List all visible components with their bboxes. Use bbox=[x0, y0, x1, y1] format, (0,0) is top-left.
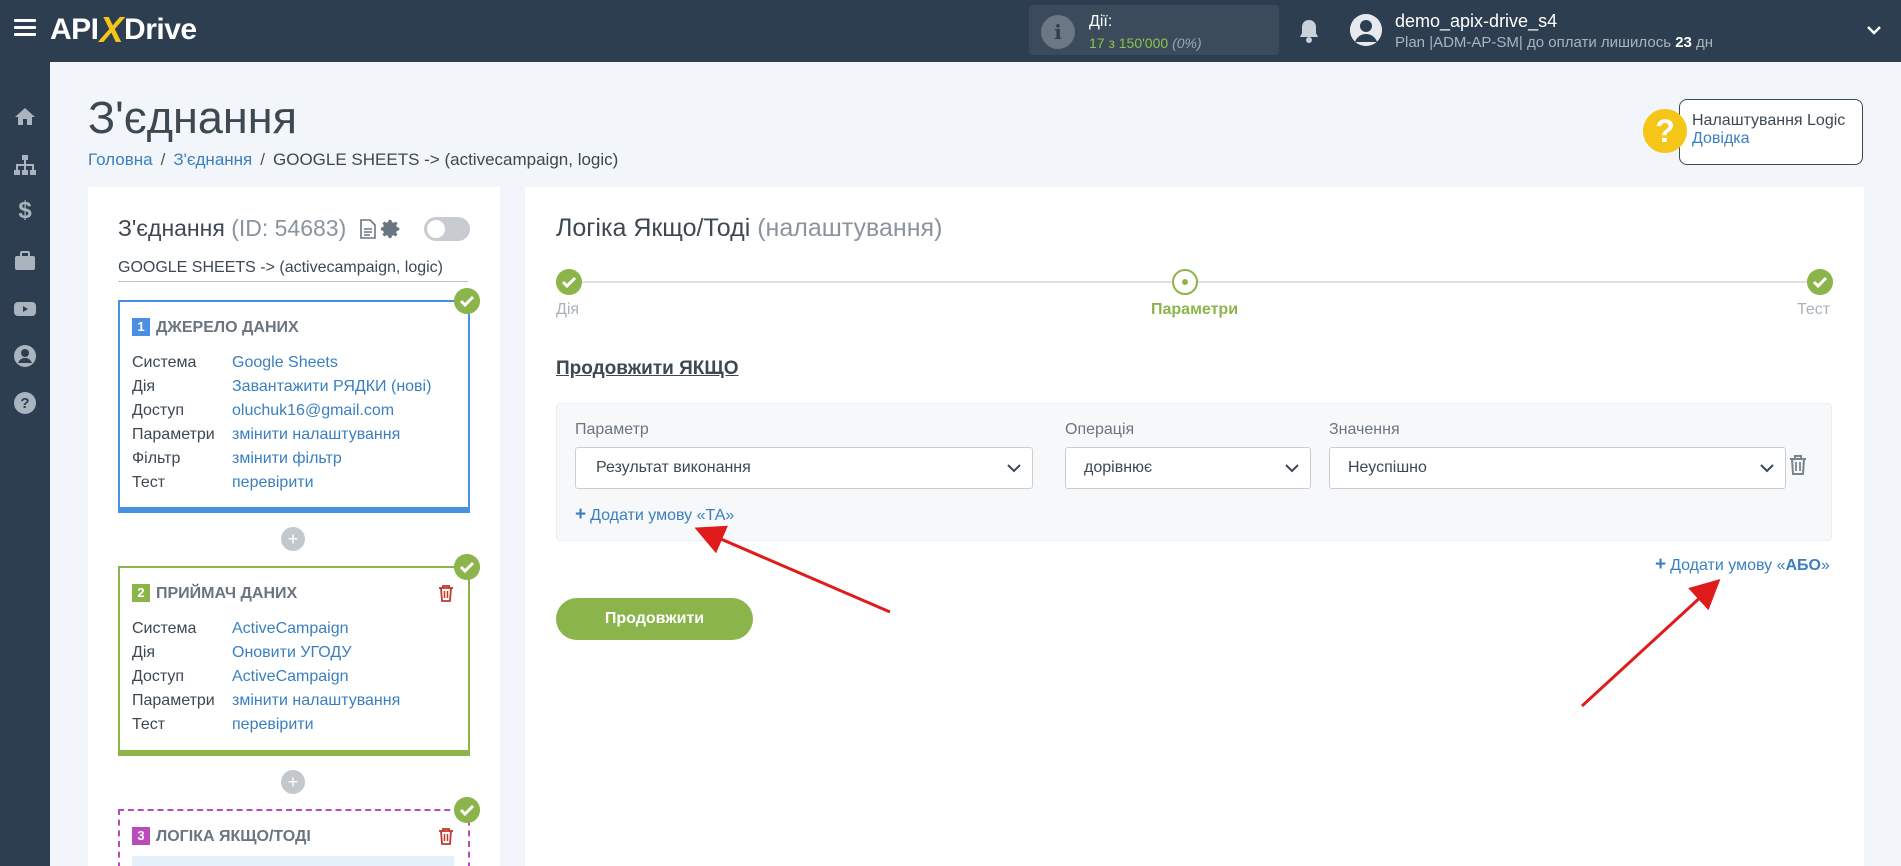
svg-text:?: ? bbox=[20, 395, 29, 412]
breadcrumb-current: GOOGLE SHEETS -> (activecampaign, logic) bbox=[273, 150, 619, 169]
step-label-params[interactable]: Параметри bbox=[1151, 301, 1238, 319]
operation-label: Операція bbox=[1065, 421, 1135, 438]
dest-row-test: Тест перевірити bbox=[132, 716, 314, 733]
operation-select-value: дорівнює bbox=[1084, 459, 1153, 476]
page-title: З'єднання bbox=[88, 92, 297, 143]
youtube-icon[interactable] bbox=[13, 297, 37, 321]
value-label: Значення bbox=[1329, 421, 1400, 438]
check-icon bbox=[454, 554, 480, 580]
step-done-check-icon[interactable] bbox=[556, 269, 582, 295]
value-select[interactable]: Неуспішно bbox=[1329, 447, 1786, 489]
help-title: Налаштування Logic bbox=[1692, 112, 1846, 129]
logic-title: Логіка Якщо/Тоді (налаштування) bbox=[556, 214, 943, 242]
continue-if-heading[interactable]: Продовжити ЯКЩО bbox=[556, 358, 739, 380]
briefcase-icon[interactable] bbox=[13, 249, 37, 273]
source-block-title: 1 ДЖЕРЕЛО ДАНИХ bbox=[132, 318, 299, 337]
logic-block-content bbox=[132, 856, 454, 866]
menu-icon[interactable] bbox=[14, 19, 36, 37]
source-row-access: Доступ oluchuk16@gmail.com bbox=[132, 402, 395, 419]
logic-block[interactable]: 3 ЛОГІКА ЯКЩО/ТОДІ bbox=[118, 809, 470, 866]
destination-block-title: 2 ПРИЙМАЧ ДАНИХ bbox=[132, 584, 297, 603]
connection-title: З'єднання (ID: 54683) bbox=[118, 215, 347, 241]
source-row-action: Дія Завантажити РЯДКИ (нові) bbox=[132, 378, 432, 395]
source-row-system: Система Google Sheets bbox=[132, 354, 338, 371]
breadcrumb: Головна / З'єднання / GOOGLE SHEETS -> (acti… bbox=[88, 150, 619, 169]
sitemap-icon[interactable] bbox=[13, 153, 37, 177]
breadcrumb-connections[interactable]: З'єднання bbox=[173, 150, 252, 169]
help-question-icon[interactable]: ? bbox=[1643, 109, 1687, 153]
param-select-value: Результат виконання bbox=[596, 459, 751, 476]
param-select[interactable]: Результат виконання bbox=[575, 447, 1033, 489]
destination-block[interactable]: 2 ПРИЙМАЧ ДАНИХ Система ActiveCampaign Дія… bbox=[118, 566, 470, 756]
dest-row-action: Дія Оновити УГОДУ bbox=[132, 644, 352, 661]
add-or-condition-link[interactable]: + Додати умову «АБО» bbox=[1655, 554, 1830, 576]
help-box: Налаштування Logic Довідка bbox=[1679, 99, 1863, 165]
continue-button[interactable]: Продовжити bbox=[556, 598, 753, 640]
step-current-dot[interactable] bbox=[1172, 269, 1198, 295]
breadcrumb-home[interactable]: Головна bbox=[88, 150, 153, 169]
bell-icon[interactable] bbox=[1297, 18, 1321, 44]
connection-panel: З'єднання (ID: 54683) GOOGLE SHEETS -> (… bbox=[88, 187, 500, 866]
add-block-button[interactable]: + bbox=[281, 770, 305, 794]
chevron-down-icon bbox=[1760, 464, 1774, 473]
operation-select[interactable]: дорівнює bbox=[1065, 447, 1311, 489]
chevron-down-icon bbox=[1007, 464, 1021, 473]
sidebar: $ ? bbox=[0, 62, 50, 866]
value-select-value: Неуспішно bbox=[1348, 459, 1427, 476]
step-label-action[interactable]: Дія bbox=[556, 301, 579, 319]
logic-panel: Логіка Якщо/Тоді (налаштування) Дія Пара… bbox=[525, 187, 1864, 866]
dest-row-params: Параметри змінити налаштування bbox=[132, 692, 401, 709]
top-bar: API X Drive i Дії: 17 з 150'000 (0%) demo_… bbox=[0, 0, 1901, 62]
actions-value: 17 з 150'000 (0%) bbox=[1089, 35, 1202, 51]
trash-icon[interactable] bbox=[438, 584, 454, 602]
help-link[interactable]: Довідка bbox=[1692, 130, 1850, 148]
condition-group: Параметр Операція Значення Результат вик… bbox=[556, 403, 1832, 541]
check-icon bbox=[454, 288, 480, 314]
logo[interactable]: API X Drive bbox=[50, 9, 197, 50]
user-icon bbox=[1350, 14, 1382, 46]
info-icon: i bbox=[1041, 15, 1075, 49]
plan-info: Plan |ADM-AP-SM| до оплати лишилось 23 д… bbox=[1395, 34, 1714, 51]
dollar-icon[interactable]: $ bbox=[13, 199, 37, 223]
trash-icon[interactable] bbox=[438, 827, 454, 845]
document-icon[interactable] bbox=[360, 219, 376, 239]
actions-label: Дії: bbox=[1089, 13, 1113, 30]
connection-name[interactable]: GOOGLE SHEETS -> (activecampaign, logic) bbox=[118, 259, 468, 282]
question-icon[interactable]: ? bbox=[13, 391, 37, 415]
step-label-test[interactable]: Тест bbox=[1797, 301, 1830, 319]
logic-block-title: 3 ЛОГІКА ЯКЩО/ТОДІ bbox=[132, 827, 311, 846]
home-icon[interactable] bbox=[13, 105, 37, 129]
gear-icon[interactable] bbox=[380, 218, 402, 240]
actions-counter: i Дії: 17 з 150'000 (0%) bbox=[1029, 5, 1279, 55]
username[interactable]: demo_apix-drive_s4 bbox=[1395, 11, 1557, 32]
chevron-down-icon bbox=[1285, 464, 1299, 473]
add-block-button[interactable]: + bbox=[281, 527, 305, 551]
step-done-check-icon[interactable] bbox=[1807, 269, 1833, 295]
dest-row-system: Система ActiveCampaign bbox=[132, 620, 349, 637]
avatar[interactable] bbox=[1350, 14, 1382, 46]
chevron-down-icon[interactable] bbox=[1866, 22, 1882, 38]
user-circle-icon[interactable] bbox=[13, 344, 37, 368]
source-row-test: Тест перевірити bbox=[132, 474, 314, 491]
source-block[interactable]: 1 ДЖЕРЕЛО ДАНИХ Система Google Sheets Дія З… bbox=[118, 300, 470, 513]
add-and-condition-link[interactable]: + Додати умову «ТА» bbox=[575, 504, 734, 526]
source-row-params: Параметри змінити налаштування bbox=[132, 426, 401, 443]
connection-toggle[interactable] bbox=[424, 217, 470, 241]
dest-row-access: Доступ ActiveCampaign bbox=[132, 668, 349, 685]
param-label: Параметр bbox=[575, 421, 649, 438]
source-row-filter: Фільтр змінити фільтр bbox=[132, 450, 342, 467]
check-icon bbox=[454, 797, 480, 823]
trash-icon[interactable] bbox=[1789, 454, 1807, 476]
